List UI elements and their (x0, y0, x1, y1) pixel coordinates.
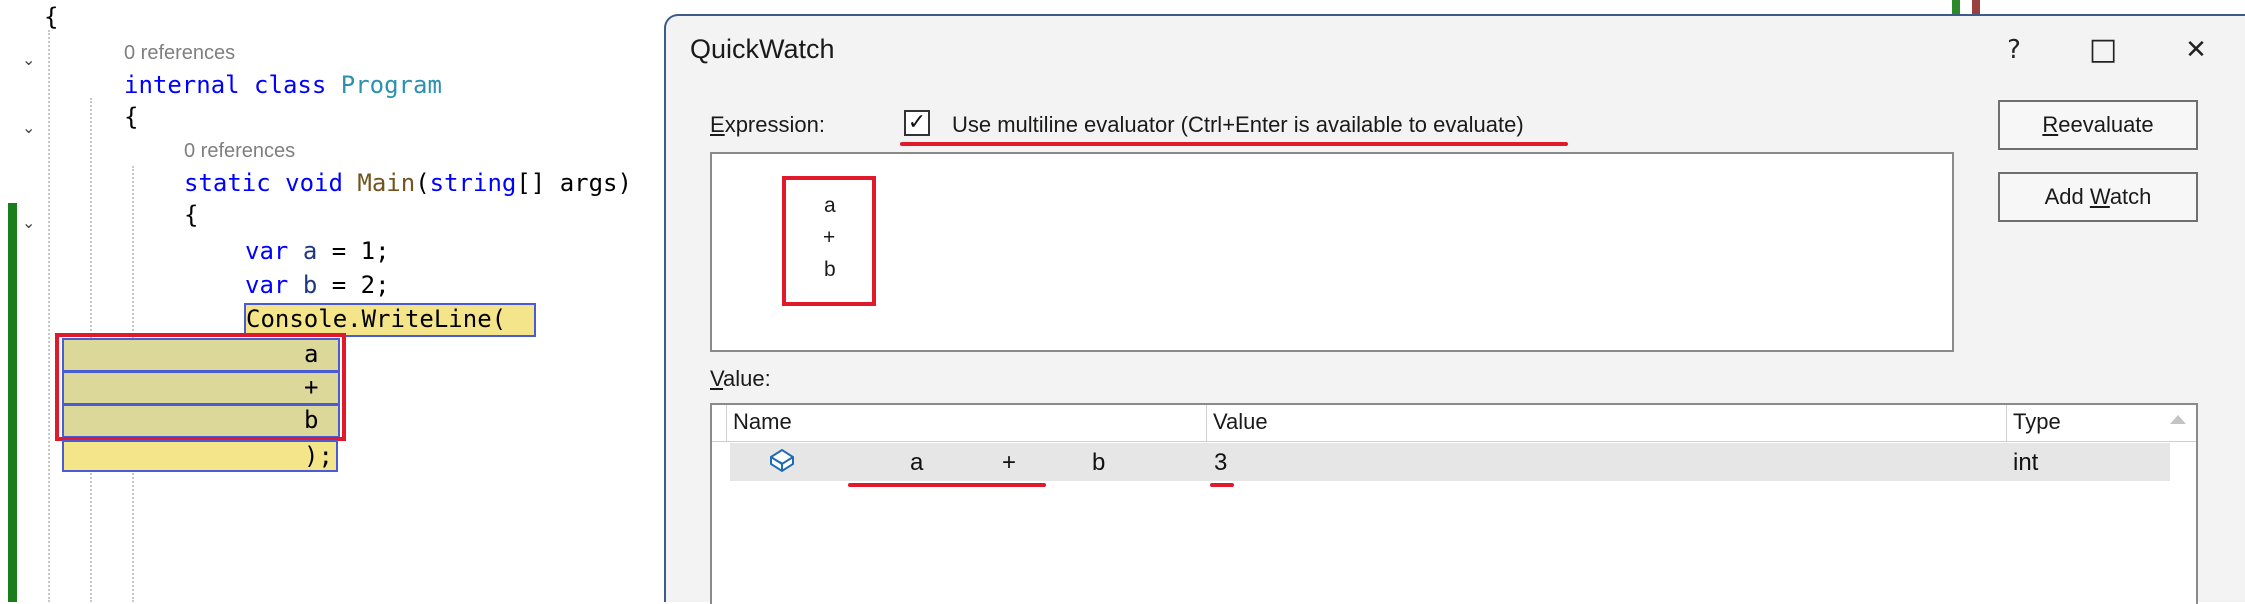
collapse-class-chevron-icon[interactable]: ⌄ (22, 52, 40, 68)
quickwatch-dialog: QuickWatch ? □ ✕ Expression: ✓ Use multi… (664, 14, 2245, 604)
method-keywords: static void (184, 169, 343, 197)
add-watch-text-pre: Add (2044, 184, 2090, 209)
help-icon[interactable]: ? (1984, 30, 2044, 70)
code-editor[interactable]: ⌄ ⌄ ⌄ { 0 references internal class Prog… (0, 0, 700, 602)
annotation-underline-value (1210, 483, 1234, 487)
expression-line-2: + (823, 226, 836, 249)
class-references-codelens[interactable]: 0 references (124, 42, 235, 65)
var-b-name: b (302, 271, 318, 299)
selected-close-call[interactable] (62, 440, 338, 472)
add-watch-text-rest: atch (2109, 184, 2152, 209)
field-icon (768, 447, 796, 480)
row-name-plus: + (1002, 449, 1017, 476)
method-references-codelens[interactable]: 0 references (184, 140, 295, 163)
table-row[interactable]: a + b 3 int (730, 443, 2170, 481)
dialog-title: QuickWatch (690, 34, 835, 64)
multiline-evaluator-label[interactable]: Use multiline evaluator (Ctrl+Enter is a… (952, 112, 1524, 138)
reevaluate-button[interactable]: Reevaluate (1998, 100, 2198, 150)
close-call-text: ); (304, 442, 333, 470)
expression-input[interactable]: a + b (710, 152, 1954, 352)
var-a-statement: var a = 1; (245, 236, 390, 266)
collapse-call-chevron-icon[interactable]: ⌄ (22, 215, 40, 231)
close-icon[interactable]: ✕ (2166, 30, 2226, 70)
class-keyword: internal class (124, 71, 327, 99)
var-keyword: var (245, 271, 289, 299)
value-label: Value: (710, 366, 771, 392)
background-window-edge (1972, 0, 1980, 14)
change-tracking-bar (8, 203, 17, 602)
var-a-init: = 1; (317, 237, 390, 265)
var-b-init: = 2; (317, 271, 390, 299)
class-name: Program (340, 71, 442, 99)
code-brace: { (124, 103, 139, 131)
method-declaration: static void Main(string[] args) (184, 169, 632, 197)
background-window-edge (1952, 0, 1960, 14)
expression-label-mnemonic: E (710, 112, 725, 137)
code-brace: { (44, 3, 59, 31)
row-name-b: b (1092, 449, 1106, 476)
value-label-text: alue: (723, 366, 771, 391)
maximize-icon[interactable]: □ (2073, 30, 2133, 70)
multiline-evaluator-checkbox[interactable]: ✓ (904, 110, 930, 136)
class-declaration: internal class Program (124, 70, 442, 100)
code-brace: { (184, 201, 199, 229)
column-header-type[interactable]: Type (2013, 409, 2061, 435)
grid-header: Name Value Type (712, 405, 2196, 442)
param-rest: [] args) (516, 169, 632, 197)
annotation-underline-name (848, 483, 1046, 487)
collapse-method-chevron-icon[interactable]: ⌄ (22, 120, 40, 136)
reevaluate-text: eevaluate (2058, 112, 2154, 137)
var-a-name: a (302, 237, 318, 265)
annotation-red-box-code (55, 333, 346, 441)
expression-label-text: xpression: (724, 112, 825, 137)
indent-guide (48, 30, 50, 602)
reevaluate-mnemonic: R (2042, 112, 2059, 137)
scroll-up-arrow-icon[interactable] (2170, 415, 2186, 424)
expression-label: Expression: (710, 112, 825, 138)
expression-line-3: b (824, 258, 836, 281)
value-label-mnemonic: V (710, 366, 724, 391)
column-header-name[interactable]: Name (733, 409, 792, 435)
row-name-a: a (910, 449, 924, 476)
var-keyword: var (245, 237, 289, 265)
add-watch-mnemonic: W (2089, 184, 2110, 209)
row-type: int (2013, 449, 2039, 476)
column-separator[interactable] (2006, 405, 2007, 441)
param-type: string (429, 169, 517, 197)
value-grid[interactable]: Name Value Type a + b 3 int (710, 403, 2198, 604)
add-watch-button[interactable]: Add Watch (1998, 172, 2198, 222)
var-b-statement: var b = 2; (245, 270, 390, 300)
console-call-text: Console.WriteLine( (246, 305, 507, 333)
annotation-underline-multiline (900, 142, 1568, 146)
column-header-value[interactable]: Value (1213, 409, 1268, 435)
column-separator (726, 405, 727, 441)
row-value[interactable]: 3 (1214, 449, 1227, 477)
expression-line-1: a (824, 194, 836, 217)
column-separator[interactable] (1206, 405, 1207, 441)
method-name: Main (357, 169, 416, 197)
